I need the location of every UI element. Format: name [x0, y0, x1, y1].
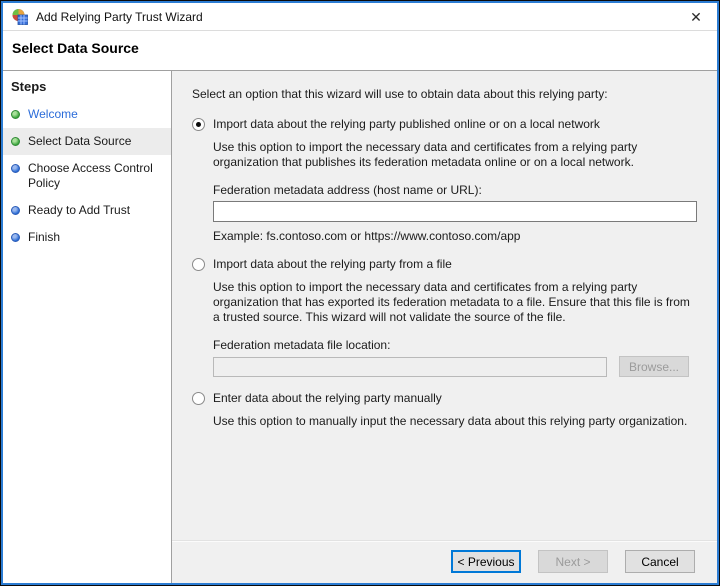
- sidebar-item-ready-to-add-trust: Ready to Add Trust: [3, 197, 171, 224]
- title-bar[interactable]: Add Relying Party Trust Wizard ✕: [3, 3, 717, 31]
- option-description: Use this option to manually input the ne…: [213, 414, 688, 428]
- sidebar-item-choose-access-control-policy: Choose Access Control Policy: [3, 155, 171, 197]
- metadata-address-input[interactable]: [213, 201, 697, 222]
- metadata-file-row: Browse...: [192, 356, 689, 377]
- sidebar-item-select-data-source[interactable]: Select Data Source: [3, 128, 171, 155]
- radio-unselected-icon[interactable]: [192, 392, 205, 405]
- step-label: Ready to Add Trust: [28, 203, 131, 217]
- metadata-file-label: Federation metadata file location:: [213, 338, 391, 352]
- wizard-footer: < Previous Next > Cancel: [172, 540, 717, 583]
- content-area: Steps Welcome Select Data Source Choose …: [3, 71, 717, 583]
- option-description: Use this option to import the necessary …: [213, 140, 638, 169]
- radio-label[interactable]: Import data about the relying party from…: [213, 257, 452, 271]
- radio-import-file[interactable]: Import data about the relying party from…: [192, 257, 703, 271]
- sidebar-item-finish: Finish: [3, 224, 171, 251]
- main-pane: Select an option that this wizard will u…: [172, 71, 717, 583]
- step-label: Select Data Source: [28, 134, 132, 148]
- step-done-bullet-icon: [11, 110, 20, 119]
- page-title: Select Data Source: [12, 40, 139, 56]
- steps-heading: Steps: [11, 79, 47, 94]
- step-label: Finish: [28, 230, 61, 244]
- step-todo-bullet-icon: [11, 164, 20, 173]
- previous-button[interactable]: < Previous: [451, 550, 521, 573]
- page-header: Select Data Source: [3, 31, 717, 71]
- footer-buttons: < Previous Next > Cancel: [172, 542, 717, 573]
- option-description: Use this option to import the necessary …: [213, 280, 690, 324]
- cancel-button[interactable]: Cancel: [625, 550, 695, 573]
- browse-button: Browse...: [619, 356, 689, 377]
- wizard-dialog: Add Relying Party Trust Wizard ✕ Select …: [1, 1, 719, 585]
- radio-selected-icon[interactable]: [192, 118, 205, 131]
- step-todo-bullet-icon: [11, 233, 20, 242]
- window-frame: Add Relying Party Trust Wizard ✕ Select …: [0, 0, 720, 586]
- metadata-address-example: Example: fs.contoso.com or https://www.c…: [213, 229, 521, 243]
- step-todo-bullet-icon: [11, 206, 20, 215]
- radio-label[interactable]: Enter data about the relying party manua…: [213, 391, 442, 405]
- adfs-app-icon: [12, 8, 28, 25]
- radio-enter-manually[interactable]: Enter data about the relying party manua…: [192, 391, 703, 405]
- step-label: Choose Access Control Policy: [28, 161, 153, 190]
- window-title: Add Relying Party Trust Wizard: [36, 9, 203, 24]
- close-icon[interactable]: ✕: [685, 6, 707, 28]
- metadata-address-label: Federation metadata address (host name o…: [213, 183, 482, 197]
- radio-import-online[interactable]: Import data about the relying party publ…: [192, 117, 703, 131]
- radio-unselected-icon[interactable]: [192, 258, 205, 271]
- step-label: Welcome: [28, 107, 78, 121]
- sidebar-item-welcome[interactable]: Welcome: [3, 101, 171, 128]
- next-button: Next >: [538, 550, 608, 573]
- radio-label[interactable]: Import data about the relying party publ…: [213, 117, 600, 131]
- intro-text: Select an option that this wizard will u…: [192, 87, 608, 101]
- steps-sidebar: Steps Welcome Select Data Source Choose …: [3, 71, 172, 583]
- step-done-bullet-icon: [11, 137, 20, 146]
- metadata-file-input: [213, 356, 607, 377]
